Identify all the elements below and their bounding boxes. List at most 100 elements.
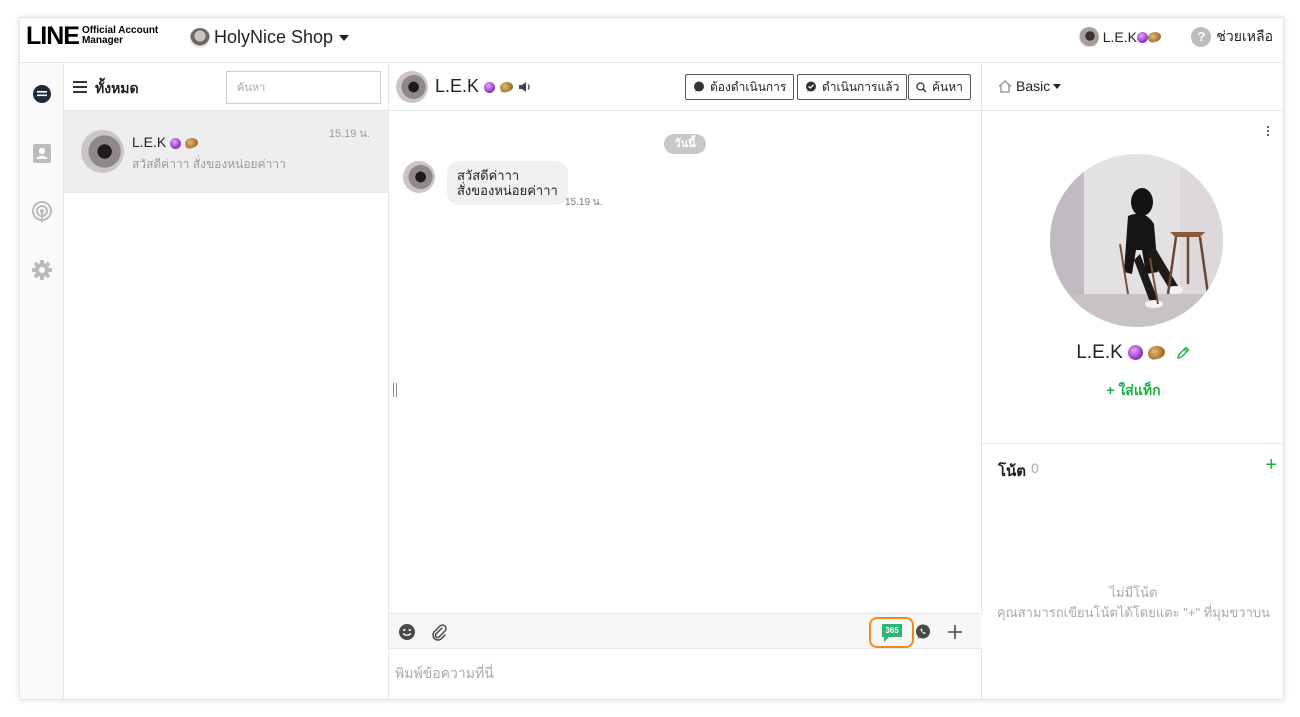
panel-resize-handle[interactable] bbox=[393, 383, 399, 397]
chat-list-header: ทั้งหมด bbox=[64, 63, 389, 111]
chat-list-panel: ทั้งหมด L.E.K สวัสดีค่าาา สั่งของหน่อยค่… bbox=[64, 63, 389, 699]
cookie-emoji-icon bbox=[183, 136, 200, 150]
message-time: 15.19 น. bbox=[565, 197, 603, 208]
chat-365-icon: 365 bbox=[881, 623, 902, 642]
avatar[interactable] bbox=[403, 161, 435, 193]
settings-icon bbox=[32, 260, 52, 280]
chat-check-icon bbox=[806, 81, 816, 92]
help-label: ช่วยเหลือ bbox=[1216, 28, 1273, 44]
add-button[interactable] bbox=[943, 620, 967, 644]
nav-settings[interactable] bbox=[26, 254, 58, 286]
smiley-icon bbox=[399, 624, 415, 640]
plus-icon bbox=[948, 625, 962, 639]
speaker-icon[interactable] bbox=[518, 80, 532, 94]
app-window: LINE Official Account Manager HolyNice S… bbox=[19, 17, 1284, 700]
badge-365-text: 365 bbox=[885, 626, 899, 635]
last-message-preview: สวัสดีค่าาา สั่งของหน่อยค่าาา bbox=[132, 157, 286, 171]
shop-avatar bbox=[190, 27, 210, 48]
notes-header: โน้ต 0 + bbox=[982, 443, 1283, 491]
nav-chat[interactable] bbox=[26, 79, 58, 111]
paperclip-icon bbox=[432, 624, 447, 641]
account-name: L.E.K bbox=[1102, 29, 1137, 45]
menu-icon[interactable] bbox=[73, 81, 87, 93]
profile-name-text: L.E.K bbox=[1076, 342, 1123, 363]
notes-empty-title: ไม่มีโน้ต bbox=[1109, 585, 1158, 600]
cookie-emoji-icon bbox=[1146, 344, 1167, 362]
conversation-title-text: L.E.K bbox=[435, 76, 480, 96]
notes-empty-hint: คุณสามารถเขียนโน้ตได้โดยแตะ "+" ที่มุมขว… bbox=[996, 605, 1271, 620]
nav-broadcast[interactable] bbox=[26, 196, 58, 228]
logo-subtitle: Official Account Manager bbox=[82, 26, 158, 46]
list-item[interactable]: L.E.K สวัสดีค่าาา สั่งของหน่อยค่าาา 15.1… bbox=[64, 111, 389, 193]
shop-switcher[interactable]: HolyNice Shop bbox=[190, 27, 350, 48]
chevron-down-icon bbox=[1053, 83, 1062, 89]
conversation-title: L.E.K bbox=[435, 76, 515, 97]
broadcast-icon bbox=[32, 201, 52, 222]
avatar bbox=[81, 130, 124, 173]
contact-name-text: L.E.K bbox=[132, 134, 167, 150]
home-icon bbox=[998, 79, 1012, 93]
chat-filter-label[interactable]: ทั้งหมด bbox=[95, 78, 139, 100]
profile-header: Basic bbox=[982, 63, 1283, 111]
done-button-label: ดำเนินการแล้ว bbox=[822, 79, 900, 94]
shop-name: HolyNice Shop bbox=[214, 27, 334, 47]
chat-icon bbox=[33, 85, 51, 103]
more-options-icon[interactable] bbox=[1263, 126, 1273, 142]
search-button[interactable]: ค้นหา bbox=[908, 74, 971, 100]
conversation-panel: L.E.K ต้องดำเนินการ ดำเนินการแล้ว ค้นหา … bbox=[389, 63, 982, 699]
message-bubble[interactable]: สวัสดีค่าาา สั่งของหน่อยค่าาา bbox=[447, 161, 568, 205]
chat-search-input[interactable] bbox=[226, 71, 381, 104]
avatar bbox=[1078, 27, 1099, 47]
search-button-label: ค้นหา bbox=[932, 79, 963, 94]
profile-name: L.E.K bbox=[982, 342, 1283, 364]
purple-orb-emoji-icon bbox=[484, 81, 496, 93]
attach-button[interactable] bbox=[427, 620, 451, 644]
help-button[interactable]: ? ช่วยเหลือ bbox=[1191, 26, 1273, 48]
notes-empty-state: ไม่มีโน้ต คุณสามารถเขียนโน้ตได้โดยแตะ "+… bbox=[982, 583, 1283, 623]
purple-orb-emoji-icon bbox=[1128, 345, 1144, 361]
composer-toolbar: 365 bbox=[389, 613, 982, 649]
logo-wordmark: LINE bbox=[26, 22, 80, 50]
add-tag-button[interactable]: + ใส่แท็ก bbox=[982, 380, 1283, 402]
conversation-header: L.E.K ต้องดำเนินการ ดำเนินการแล้ว ค้นหา bbox=[389, 63, 982, 111]
message-text-line1: สวัสดีค่าาา bbox=[457, 168, 520, 183]
message-input[interactable] bbox=[395, 655, 975, 691]
chevron-down-icon bbox=[339, 34, 350, 41]
plan-label: Basic bbox=[1016, 78, 1051, 94]
nav-contacts[interactable] bbox=[26, 137, 58, 169]
avatar[interactable] bbox=[396, 71, 428, 103]
line-logo[interactable]: LINE Official Account Manager bbox=[26, 22, 158, 50]
purple-orb-emoji-icon bbox=[1137, 31, 1148, 43]
voice-call-button[interactable] bbox=[911, 620, 935, 644]
notes-count: 0 bbox=[1031, 460, 1039, 476]
message-area[interactable]: วันนี้ สวัสดีค่าาา สั่งของหน่อยค่าาา 15.… bbox=[389, 111, 982, 613]
cookie-emoji-icon bbox=[498, 80, 515, 94]
todo-button-label: ต้องดำเนินการ bbox=[710, 79, 787, 94]
top-header: LINE Official Account Manager HolyNice S… bbox=[20, 18, 1283, 63]
plan-dropdown[interactable]: Basic bbox=[998, 78, 1062, 94]
emoji-button[interactable] bbox=[395, 620, 419, 644]
edit-pencil-icon[interactable] bbox=[1175, 345, 1191, 361]
contacts-icon bbox=[33, 144, 51, 163]
contact-name: L.E.K bbox=[132, 134, 200, 150]
help-icon: ? bbox=[1191, 27, 1212, 47]
last-message-time: 15.19 น. bbox=[328, 128, 370, 140]
add-note-button[interactable]: + bbox=[1265, 455, 1277, 475]
profile-panel: Basic L.E.K + ใส่แท็ก โน้ต 0 + ไม่มีโน้ต… bbox=[982, 63, 1283, 699]
phone-bubble-icon bbox=[916, 624, 930, 639]
call-365-button[interactable]: 365 bbox=[869, 617, 914, 648]
notes-label: โน้ต bbox=[998, 463, 1027, 480]
purple-orb-emoji-icon bbox=[170, 137, 182, 149]
chat-bubble-icon bbox=[694, 81, 704, 92]
account-menu[interactable]: L.E.K bbox=[1078, 27, 1163, 47]
profile-avatar[interactable] bbox=[1050, 154, 1223, 327]
search-icon bbox=[916, 81, 927, 92]
done-button[interactable]: ดำเนินการแล้ว bbox=[797, 74, 908, 100]
message-text-line2: สั่งของหน่อยค่าาา bbox=[457, 183, 558, 198]
logo-subtitle-line2: Manager bbox=[81, 35, 124, 46]
date-separator: วันนี้ bbox=[664, 134, 706, 154]
cookie-emoji-icon bbox=[1146, 30, 1163, 44]
todo-button[interactable]: ต้องดำเนินการ bbox=[685, 74, 795, 100]
profile-photo bbox=[1050, 154, 1223, 327]
left-nav-rail bbox=[20, 63, 64, 699]
